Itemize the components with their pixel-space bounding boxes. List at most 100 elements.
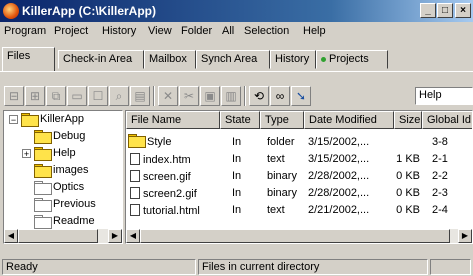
file-type: binary bbox=[267, 170, 297, 182]
file-name: screen2.gif bbox=[143, 188, 197, 200]
tab-label: Mailbox bbox=[149, 53, 187, 65]
folder-icon bbox=[34, 215, 52, 229]
column-header-state[interactable]: State bbox=[220, 111, 260, 129]
file-type: text bbox=[267, 204, 285, 216]
cut-icon[interactable]: ✕ bbox=[158, 86, 178, 106]
tab-label: Files bbox=[7, 50, 31, 62]
table-row[interactable]: Style bbox=[128, 134, 171, 148]
tree-horizontal-scrollbar[interactable]: ◀ ▶ bbox=[4, 229, 122, 243]
expand-icon[interactable]: + bbox=[22, 149, 31, 159]
file-type: binary bbox=[267, 187, 297, 199]
folder-icon bbox=[128, 134, 146, 148]
tab-files[interactable]: Files bbox=[2, 47, 55, 71]
document-icon bbox=[130, 187, 140, 199]
cut2-icon[interactable]: ✂ bbox=[179, 86, 199, 106]
menu-help[interactable]: Help bbox=[303, 25, 326, 37]
table-row[interactable]: screen2.gif bbox=[130, 187, 197, 200]
help-search-input[interactable]: Help bbox=[415, 87, 473, 105]
status-description: Files in current directory bbox=[198, 259, 428, 275]
tab-mailbox[interactable]: Mailbox bbox=[144, 50, 196, 69]
file-date: 3/15/2002,... bbox=[308, 136, 370, 148]
menu-folder[interactable]: Folder bbox=[181, 25, 212, 37]
table-row[interactable]: screen.gif bbox=[130, 170, 191, 183]
trash-icon[interactable]: ▥ bbox=[221, 86, 241, 106]
tree-item-optics[interactable]: Optics bbox=[53, 181, 84, 193]
minimize-icon[interactable]: _ bbox=[420, 3, 436, 18]
open-folder-icon[interactable]: ▭ bbox=[67, 86, 87, 106]
column-header-date-modified[interactable]: Date Modified bbox=[304, 111, 394, 129]
tree-item-previous[interactable]: Previous bbox=[53, 198, 96, 210]
file-name: screen.gif bbox=[143, 171, 191, 183]
toolbar-separator bbox=[244, 86, 246, 106]
file-list[interactable]: File Name State Type Date Modified Size … bbox=[125, 110, 473, 244]
refresh-icon[interactable]: ⟲ bbox=[249, 86, 269, 106]
list-horizontal-scrollbar[interactable]: ◀ ▶ bbox=[126, 229, 472, 243]
tab-projects[interactable]: Projects bbox=[316, 50, 388, 69]
tree-item-readme[interactable]: Readme bbox=[53, 215, 95, 227]
menu-view[interactable]: View bbox=[148, 25, 172, 37]
paste-icon[interactable]: ▣ bbox=[200, 86, 220, 106]
properties-icon[interactable]: ☐ bbox=[88, 86, 108, 106]
tree-root[interactable]: KillerApp bbox=[40, 113, 84, 125]
toolbar: ⊟ ⊞ ⧉ ▭ ☐ ⌕ ▤ ✕ ✂ ▣ ▥ ⟲ ∞ ➘ bbox=[0, 84, 473, 108]
projects-status-icon bbox=[321, 56, 326, 62]
close-icon[interactable]: × bbox=[455, 3, 471, 18]
status-bar: Ready Files in current directory bbox=[0, 258, 473, 276]
menu-all[interactable]: All bbox=[222, 25, 234, 37]
document-icon bbox=[130, 153, 140, 165]
search-icon[interactable]: ⌕ bbox=[109, 86, 129, 106]
folder-icon bbox=[34, 198, 52, 212]
tab-history[interactable]: History bbox=[270, 50, 316, 69]
remove-icon[interactable]: ⊞ bbox=[25, 86, 45, 106]
column-header-type[interactable]: Type bbox=[260, 111, 304, 129]
tab-divider bbox=[0, 71, 473, 72]
file-type: folder bbox=[267, 136, 295, 148]
scroll-thumb[interactable] bbox=[140, 229, 450, 243]
toolbar-separator bbox=[153, 86, 155, 106]
file-date: 3/15/2002,... bbox=[308, 153, 370, 165]
add-icon[interactable]: ⊟ bbox=[4, 86, 24, 106]
folder-icon bbox=[34, 181, 52, 195]
menu-history[interactable]: History bbox=[102, 25, 136, 37]
folder-tree[interactable]: − KillerApp Debug + Help images Optics P… bbox=[3, 110, 123, 244]
app-icon bbox=[3, 3, 19, 19]
scroll-thumb[interactable] bbox=[18, 229, 98, 243]
file-state: In bbox=[232, 204, 242, 216]
tree-item-debug[interactable]: Debug bbox=[53, 130, 85, 142]
file-global-id: 2-2 bbox=[432, 170, 448, 182]
column-header-size[interactable]: Size bbox=[394, 111, 422, 129]
file-global-id: 3-8 bbox=[432, 136, 448, 148]
table-row[interactable]: tutorial.html bbox=[130, 204, 200, 217]
file-date: 2/28/2002,... bbox=[308, 187, 370, 199]
menu-selection[interactable]: Selection bbox=[244, 25, 289, 37]
column-header-global-id[interactable]: Global Id bbox=[422, 111, 472, 129]
scroll-left-icon[interactable]: ◀ bbox=[4, 229, 18, 243]
file-size: 0 KB bbox=[396, 204, 420, 216]
tab-label: Synch Area bbox=[201, 53, 258, 65]
history-icon[interactable]: ▤ bbox=[130, 86, 150, 106]
file-global-id: 2-4 bbox=[432, 204, 448, 216]
menu-bar: Program Project History View Folder All … bbox=[0, 22, 473, 42]
tab-synch-area[interactable]: Synch Area bbox=[196, 50, 270, 69]
tree-item-help[interactable]: Help bbox=[53, 147, 76, 159]
file-name: tutorial.html bbox=[143, 205, 200, 217]
tab-check-in-area[interactable]: Check-in Area bbox=[58, 50, 144, 69]
maximize-icon[interactable]: □ bbox=[437, 3, 453, 18]
file-date: 2/21/2002,... bbox=[308, 204, 370, 216]
scroll-right-icon[interactable]: ▶ bbox=[458, 229, 472, 243]
column-header-file-name[interactable]: File Name bbox=[126, 111, 220, 129]
tree-item-images[interactable]: images bbox=[53, 164, 88, 176]
menu-project[interactable]: Project bbox=[54, 25, 88, 37]
scroll-right-icon[interactable]: ▶ bbox=[108, 229, 122, 243]
menu-program[interactable]: Program bbox=[4, 25, 46, 37]
file-state: In bbox=[232, 136, 242, 148]
status-extra bbox=[430, 259, 471, 275]
table-row[interactable]: index.htm bbox=[130, 153, 191, 166]
help-arrow-icon[interactable]: ➘ bbox=[291, 86, 311, 106]
file-size: 1 KB bbox=[396, 153, 420, 165]
copy-icon[interactable]: ⧉ bbox=[46, 86, 66, 106]
scroll-left-icon[interactable]: ◀ bbox=[126, 229, 140, 243]
tab-strip: Files Check-in Area Mailbox Synch Area H… bbox=[0, 44, 473, 72]
glasses-icon[interactable]: ∞ bbox=[270, 86, 290, 106]
collapse-icon[interactable]: − bbox=[9, 115, 18, 125]
